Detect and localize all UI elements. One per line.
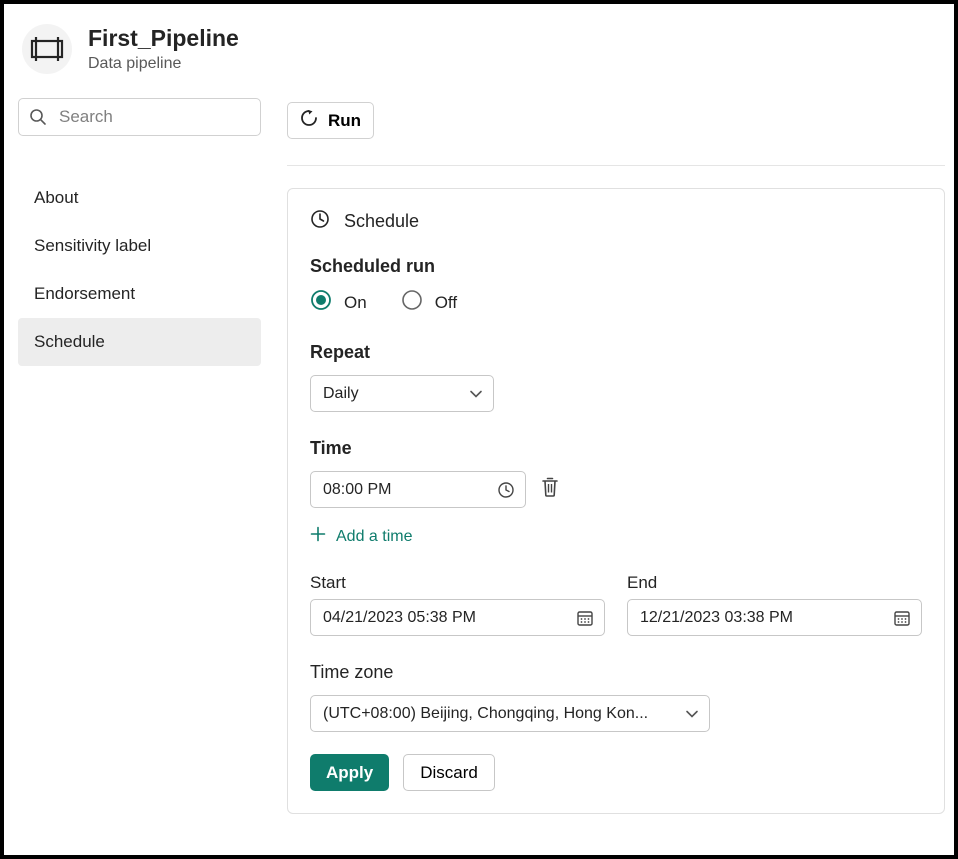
trash-icon — [540, 476, 560, 503]
panel-actions: Apply Discard — [310, 754, 922, 791]
discard-button[interactable]: Discard — [403, 754, 495, 791]
sidebar: About Sensitivity label Endorsement Sche… — [4, 86, 267, 814]
timezone-select[interactable]: (UTC+08:00) Beijing, Chongqing, Hong Kon… — [310, 695, 710, 732]
timezone-value: (UTC+08:00) Beijing, Chongqing, Hong Kon… — [323, 705, 648, 723]
time-row: 08:00 PM — [310, 471, 922, 508]
clock-small-icon[interactable] — [497, 481, 515, 499]
main-area: Run Schedule Scheduled run — [267, 86, 958, 814]
header-text-block: First_Pipeline Data pipeline — [88, 25, 239, 73]
apply-button[interactable]: Apply — [310, 754, 389, 791]
run-button-label: Run — [328, 111, 361, 131]
scheduled-run-radio-on[interactable]: On — [310, 289, 367, 316]
panel-title: Schedule — [344, 211, 419, 232]
time-value: 08:00 PM — [323, 481, 391, 499]
start-datetime-input[interactable]: 04/21/2023 05:38 PM — [310, 599, 605, 636]
radio-off-label: Off — [435, 293, 457, 313]
calendar-icon[interactable] — [893, 609, 911, 627]
time-input[interactable]: 08:00 PM — [310, 471, 526, 508]
run-button[interactable]: Run — [287, 102, 374, 139]
search-input[interactable] — [18, 98, 261, 136]
calendar-icon[interactable] — [576, 609, 594, 627]
scheduled-run-radio-off[interactable]: Off — [401, 289, 457, 316]
scheduled-run-label: Scheduled run — [310, 256, 922, 277]
timezone-label: Time zone — [310, 662, 922, 683]
page-title: First_Pipeline — [88, 25, 239, 53]
add-time-label: Add a time — [336, 528, 412, 546]
pipeline-icon — [22, 24, 72, 74]
divider — [287, 165, 945, 166]
repeat-label: Repeat — [310, 342, 922, 363]
start-label: Start — [310, 573, 605, 593]
end-column: End 12/21/2023 03:38 PM — [627, 573, 922, 636]
search-icon — [29, 108, 47, 126]
start-column: Start 04/21/2023 05:38 PM — [310, 573, 605, 636]
end-value: 12/21/2023 03:38 PM — [640, 609, 793, 627]
radio-selected-icon — [310, 289, 332, 316]
time-label: Time — [310, 438, 922, 459]
page-subtitle: Data pipeline — [88, 55, 239, 73]
sidebar-item-about[interactable]: About — [18, 174, 261, 222]
radio-empty-icon — [401, 289, 423, 316]
chevron-down-icon — [469, 387, 483, 401]
chevron-down-icon — [685, 707, 699, 721]
date-range-row: Start 04/21/2023 05:38 PM — [310, 573, 922, 636]
end-label: End — [627, 573, 922, 593]
clock-icon — [310, 209, 330, 234]
sidebar-item-endorsement[interactable]: Endorsement — [18, 270, 261, 318]
start-value: 04/21/2023 05:38 PM — [323, 609, 476, 627]
add-time-button[interactable]: Add a time — [310, 526, 412, 547]
sidebar-item-schedule[interactable]: Schedule — [18, 318, 261, 366]
scheduled-run-radio-group: On Off — [310, 289, 922, 316]
end-datetime-input[interactable]: 12/21/2023 03:38 PM — [627, 599, 922, 636]
sidebar-item-sensitivity-label[interactable]: Sensitivity label — [18, 222, 261, 270]
repeat-value: Daily — [323, 385, 359, 403]
search-wrap — [18, 98, 263, 136]
delete-time-button[interactable] — [540, 476, 560, 503]
repeat-select[interactable]: Daily — [310, 375, 494, 412]
page-header: First_Pipeline Data pipeline — [4, 4, 954, 86]
plus-icon — [310, 526, 326, 547]
panel-header: Schedule — [310, 209, 922, 234]
schedule-panel: Schedule Scheduled run On — [287, 188, 945, 814]
refresh-icon — [300, 109, 318, 132]
radio-on-label: On — [344, 293, 367, 313]
